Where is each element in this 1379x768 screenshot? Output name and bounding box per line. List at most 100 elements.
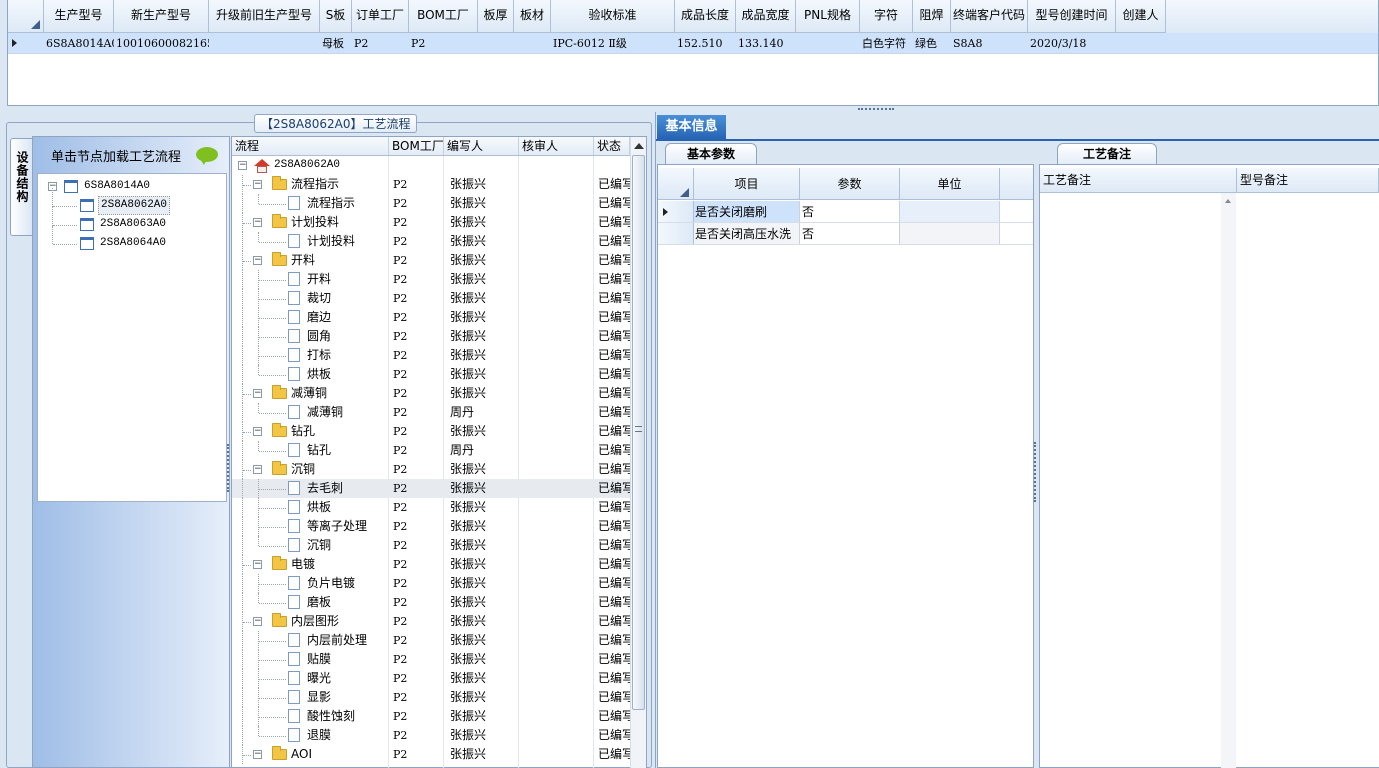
top-col-header[interactable]: 终端客户代码 (951, 0, 1028, 33)
collapse-icon[interactable]: − (253, 180, 262, 189)
top-col-header[interactable]: 板厚 (478, 0, 514, 33)
flow-step-row[interactable]: 沉铜 P2 张振兴 已编写 (232, 536, 630, 555)
top-col-header[interactable]: 型号创建时间 (1028, 0, 1116, 33)
equipment-tree-node[interactable]: 2S8A8063A0 (38, 207, 226, 234)
top-col-header[interactable]: 生产型号 (44, 0, 114, 33)
top-col-header[interactable]: 阻焊 (913, 0, 951, 33)
top-col-header[interactable]: 板材 (514, 0, 551, 33)
collapse-icon[interactable]: − (253, 218, 262, 227)
flow-group-row[interactable]: − AOI P2 张振兴 已编写 (232, 745, 630, 764)
flow-step-row[interactable]: 显影 P2 张振兴 已编写 (232, 688, 630, 707)
top-grid-row[interactable]: 6S8A8014A0 10010600082165 母板 P2 P2 IPC-6012 Ⅱ… (8, 33, 1378, 54)
top-col-header[interactable]: 成品宽度 (736, 0, 796, 33)
top-col-header[interactable]: 升级前旧生产型号 (209, 0, 320, 33)
flow-step-row[interactable]: 贴膜 P2 张振兴 已编写 (232, 650, 630, 669)
scroll-up-icon[interactable] (634, 143, 644, 149)
flow-group-row[interactable]: − 开料 P2 张振兴 已编写 (232, 251, 630, 270)
tab-basic-params[interactable]: 基本参数 (665, 143, 757, 164)
flow-step-row[interactable]: 内层前处理 P2 张振兴 已编写 (232, 631, 630, 650)
flow-status-cell: 已编写 (598, 595, 630, 609)
collapse-icon[interactable]: − (253, 427, 262, 436)
equipment-tree-node[interactable]: 2S8A8064A0 (38, 226, 226, 253)
top-col-header[interactable]: 新生产型号 (114, 0, 209, 33)
params-value-cell[interactable]: 否 (800, 201, 900, 222)
equipment-tree-node[interactable]: −6S8A8014A0 (38, 177, 226, 196)
tab-basic-info[interactable]: 基本信息 (657, 115, 726, 139)
flow-step-name: 沉铜 (307, 538, 332, 552)
flow-step-row[interactable]: 烘板 P2 张振兴 已编写 (232, 365, 630, 384)
params-row[interactable]: 是否关闭磨刷否 (658, 201, 1033, 223)
flow-group-row[interactable]: − 沉铜 P2 张振兴 已编写 (232, 460, 630, 479)
collapse-icon[interactable]: − (253, 750, 262, 759)
flow-step-row[interactable]: 磨板 P2 张振兴 已编写 (232, 593, 630, 612)
flow-step-row[interactable]: 去毛刺 P2 张振兴 已编写 (232, 479, 630, 498)
notes-col-header[interactable]: 型号备注 (1237, 168, 1379, 192)
flow-step-row[interactable]: 负片电镀 P2 张振兴 已编写 (232, 574, 630, 593)
equipment-tree-node[interactable]: 2S8A8062A0 (38, 188, 226, 215)
top-col-header[interactable]: PNL规格 (796, 0, 860, 33)
flow-group-row[interactable]: − 减薄铜 P2 张振兴 已编写 (232, 384, 630, 403)
flow-group-row[interactable]: − 内层图形 P2 张振兴 已编写 (232, 612, 630, 631)
top-col-header[interactable]: 订单工厂 (352, 0, 409, 33)
collapse-icon[interactable]: − (253, 560, 262, 569)
flow-writer-cell: 张振兴 (450, 690, 487, 704)
flow-col-header[interactable]: BOM工厂 (389, 137, 444, 155)
flow-writer-cell: 张振兴 (450, 633, 487, 647)
flow-step-row[interactable]: 打标 P2 张振兴 已编写 (232, 346, 630, 365)
flow-step-row[interactable]: 退膜 P2 张振兴 已编写 (232, 726, 630, 745)
collapse-icon[interactable]: − (253, 617, 262, 626)
flow-step-row[interactable]: 酸性蚀刻 P2 张振兴 已编写 (232, 707, 630, 726)
params-unit-cell[interactable] (900, 201, 1000, 222)
top-col-header[interactable]: 验收标准 (551, 0, 675, 33)
flow-group-row[interactable]: − 电镀 P2 张振兴 已编写 (232, 555, 630, 574)
flow-step-row[interactable]: 圆角 P2 张振兴 已编写 (232, 327, 630, 346)
params-unit-cell[interactable] (900, 223, 1000, 244)
flow-step-row[interactable]: 裁切 P2 张振兴 已编写 (232, 289, 630, 308)
top-col-header[interactable]: S板 (320, 0, 352, 33)
flow-reviewer-cell (523, 270, 591, 289)
notes-scrollbar[interactable] (1221, 193, 1236, 768)
flow-group-row[interactable]: − 钻孔 P2 张振兴 已编写 (232, 422, 630, 441)
collapse-icon[interactable]: − (253, 389, 262, 398)
folder-icon (272, 613, 287, 627)
flow-step-row[interactable]: 等离子处理 P2 张振兴 已编写 (232, 517, 630, 536)
top-grid-corner[interactable] (8, 0, 44, 33)
notes-text-area[interactable] (1040, 193, 1236, 768)
top-col-header[interactable]: 字符 (860, 0, 913, 33)
flow-col-header[interactable]: 状态 (594, 137, 630, 155)
side-tab-equipment[interactable]: 设备结构 (10, 138, 32, 236)
flow-status-cell: 已编写 (598, 367, 630, 381)
collapse-icon[interactable]: − (253, 256, 262, 265)
params-col-header[interactable]: 项目 (694, 168, 800, 199)
flow-step-row[interactable]: 减薄铜 P2 周丹 已编写 (232, 403, 630, 422)
scroll-thumb[interactable] (632, 155, 645, 710)
splitter-grip[interactable] (858, 108, 894, 111)
scroll-up-icon[interactable] (1225, 199, 1231, 203)
flow-step-row[interactable]: 流程指示 P2 张振兴 已编写 (232, 194, 630, 213)
flow-step-row[interactable]: 磨边 P2 张振兴 已编写 (232, 308, 630, 327)
flow-col-header[interactable]: 流程 (232, 137, 389, 155)
flow-col-header[interactable]: 编写人 (444, 137, 519, 155)
flow-col-header[interactable]: 核审人 (519, 137, 594, 155)
flow-step-row[interactable]: 烘板 P2 张振兴 已编写 (232, 498, 630, 517)
collapse-icon[interactable]: − (253, 465, 262, 474)
params-col-header[interactable]: 单位 (900, 168, 1000, 199)
flow-group-row[interactable]: − 流程指示 P2 张振兴 已编写 (232, 175, 630, 194)
collapse-icon[interactable]: − (238, 161, 247, 170)
flow-scrollbar[interactable] (630, 137, 646, 768)
notes-col-header[interactable]: 工艺备注 (1040, 168, 1237, 192)
flow-step-row[interactable]: 曝光 P2 张振兴 已编写 (232, 669, 630, 688)
flow-root-row[interactable]: − 2S8A8062A0 (232, 156, 630, 175)
params-value-cell[interactable]: 否 (800, 223, 900, 244)
top-col-header[interactable]: BOM工厂 (409, 0, 478, 33)
flow-step-row[interactable]: 钻孔 P2 周丹 已编写 (232, 441, 630, 460)
flow-step-row[interactable]: 开料 P2 张振兴 已编写 (232, 270, 630, 289)
tab-notes[interactable]: 工艺备注 (1057, 143, 1157, 164)
splitter-arrow-icon[interactable] (1034, 442, 1038, 502)
flow-group-row[interactable]: − 计划投料 P2 张振兴 已编写 (232, 213, 630, 232)
flow-step-row[interactable]: 计划投料 P2 张振兴 已编写 (232, 232, 630, 251)
top-col-header[interactable]: 创建人 (1116, 0, 1166, 33)
top-col-header[interactable]: 成品长度 (675, 0, 736, 33)
params-col-header[interactable]: 参数 (800, 168, 900, 199)
params-row[interactable]: 是否关闭高压水洗否 (658, 223, 1033, 245)
